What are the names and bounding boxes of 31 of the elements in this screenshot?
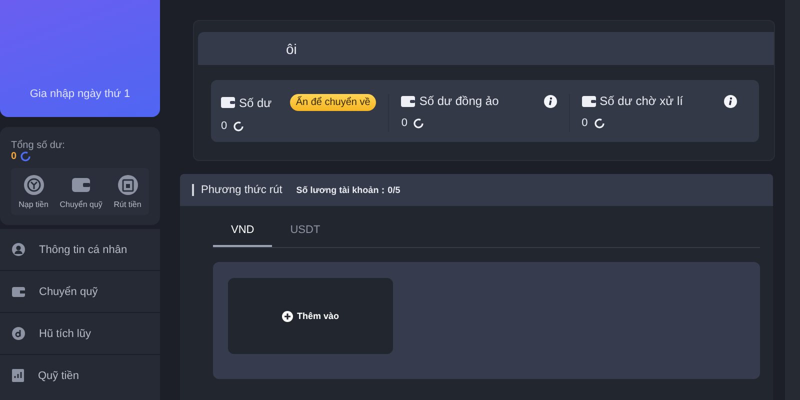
wallet-title: ôi bbox=[286, 40, 297, 56]
balance-value: 0 bbox=[582, 117, 588, 129]
withdraw-button[interactable]: Rút tiền bbox=[114, 174, 142, 209]
transfer-button[interactable]: Chuyển quỹ bbox=[60, 174, 102, 209]
coin-icon bbox=[22, 174, 45, 196]
currency-tab[interactable]: VND bbox=[213, 218, 272, 247]
wallet-icon bbox=[221, 97, 235, 108]
coin-icon bbox=[12, 327, 25, 340]
total-balance-label: Tổng số dư: bbox=[11, 140, 66, 151]
balance-label: Số dư đồng ảo bbox=[419, 94, 500, 108]
account-count: Số lương tài khoản：0/5 bbox=[296, 184, 400, 196]
atm-icon bbox=[116, 174, 139, 196]
info-icon[interactable] bbox=[544, 94, 557, 108]
user-icon bbox=[12, 243, 25, 256]
join-day-text: Gia nhập ngày thứ 1 bbox=[30, 88, 130, 100]
currency-tab[interactable]: USDT bbox=[272, 218, 338, 247]
wallet-icon bbox=[582, 96, 596, 106]
wallet-icon bbox=[401, 96, 416, 106]
balance-label: Số dư chờ xử lí bbox=[600, 94, 684, 108]
balance-value: 0 bbox=[221, 120, 228, 132]
balance-value: 0 bbox=[401, 117, 408, 129]
total-balance-value: 0 bbox=[11, 151, 17, 162]
deposit-button[interactable]: Nạp tiền bbox=[18, 174, 48, 209]
wallet-icon bbox=[12, 286, 25, 296]
balance-label: Số dư bbox=[239, 96, 273, 110]
add-button[interactable]: Thêm vào bbox=[228, 278, 393, 354]
info-icon[interactable] bbox=[724, 94, 737, 108]
withdraw-title: Phương thức rút bbox=[192, 184, 282, 196]
plus-icon bbox=[282, 310, 293, 322]
document-icon bbox=[12, 369, 24, 382]
transfer-back-button[interactable]: Ấn để chuyển về bbox=[290, 94, 376, 111]
